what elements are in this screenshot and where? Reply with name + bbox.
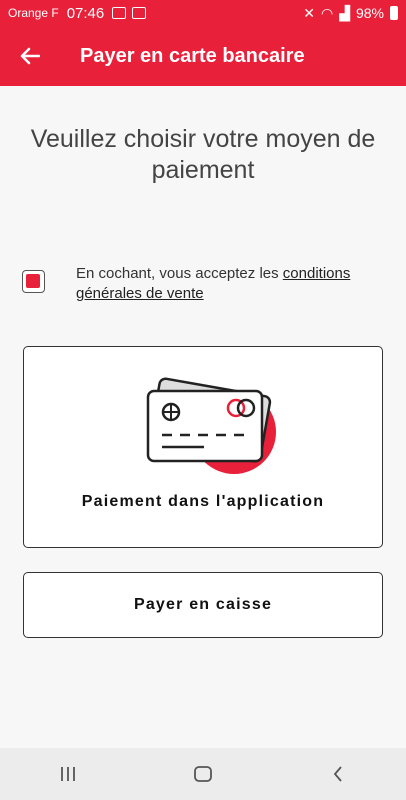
gallery-notification-icon bbox=[112, 7, 127, 19]
mute-icon: ✕ bbox=[303, 4, 315, 21]
pay-in-app-button[interactable]: Paiement dans l'application bbox=[23, 346, 383, 548]
pay-at-checkout-label: Payer en caisse bbox=[133, 596, 273, 613]
terms-checkbox[interactable] bbox=[22, 270, 45, 293]
signal-icon: ▟ bbox=[339, 4, 350, 21]
credit-card-icon bbox=[146, 377, 276, 474]
app-notification-icon bbox=[132, 7, 147, 19]
home-icon bbox=[194, 766, 212, 782]
checkbox-checked-mark bbox=[26, 274, 40, 288]
terms-prefix: En cochant, vous acceptez les bbox=[76, 265, 283, 282]
page-title: Payer en carte bancaire bbox=[80, 44, 305, 67]
back-nav-button[interactable] bbox=[308, 754, 368, 794]
recent-apps-button[interactable] bbox=[38, 754, 98, 794]
system-nav-bar bbox=[0, 748, 406, 800]
payment-choice-heading-text: Veuillez choisir votre moyen de paiement bbox=[30, 125, 376, 184]
status-time: 07:46 bbox=[66, 4, 105, 22]
app-bar: Payer en carte bancaire bbox=[0, 26, 406, 86]
pay-in-app-label: Paiement dans l'application bbox=[81, 493, 325, 510]
recent-apps-icon bbox=[60, 767, 75, 781]
back-button[interactable] bbox=[0, 26, 60, 86]
battery-icon bbox=[390, 6, 398, 20]
payment-choice-heading: Veuillez choisir votre moyen de paiement bbox=[0, 124, 406, 186]
pay-at-checkout-button[interactable]: Payer en caisse bbox=[23, 572, 383, 638]
home-button[interactable] bbox=[173, 754, 233, 794]
carrier-name: Orange F bbox=[8, 6, 59, 20]
back-nav-icon bbox=[334, 766, 342, 782]
arrow-left-icon bbox=[20, 47, 40, 65]
status-bar: Orange F 07:46 ✕ ◠ ▟ 98% bbox=[0, 0, 406, 26]
terms-text: En cochant, vous acceptez les conditions… bbox=[76, 264, 386, 304]
wifi-icon: ◠ bbox=[320, 4, 334, 21]
battery-percent: 98% bbox=[355, 5, 384, 21]
status-right-group: ✕ ◠ ▟ 98% bbox=[303, 5, 398, 22]
